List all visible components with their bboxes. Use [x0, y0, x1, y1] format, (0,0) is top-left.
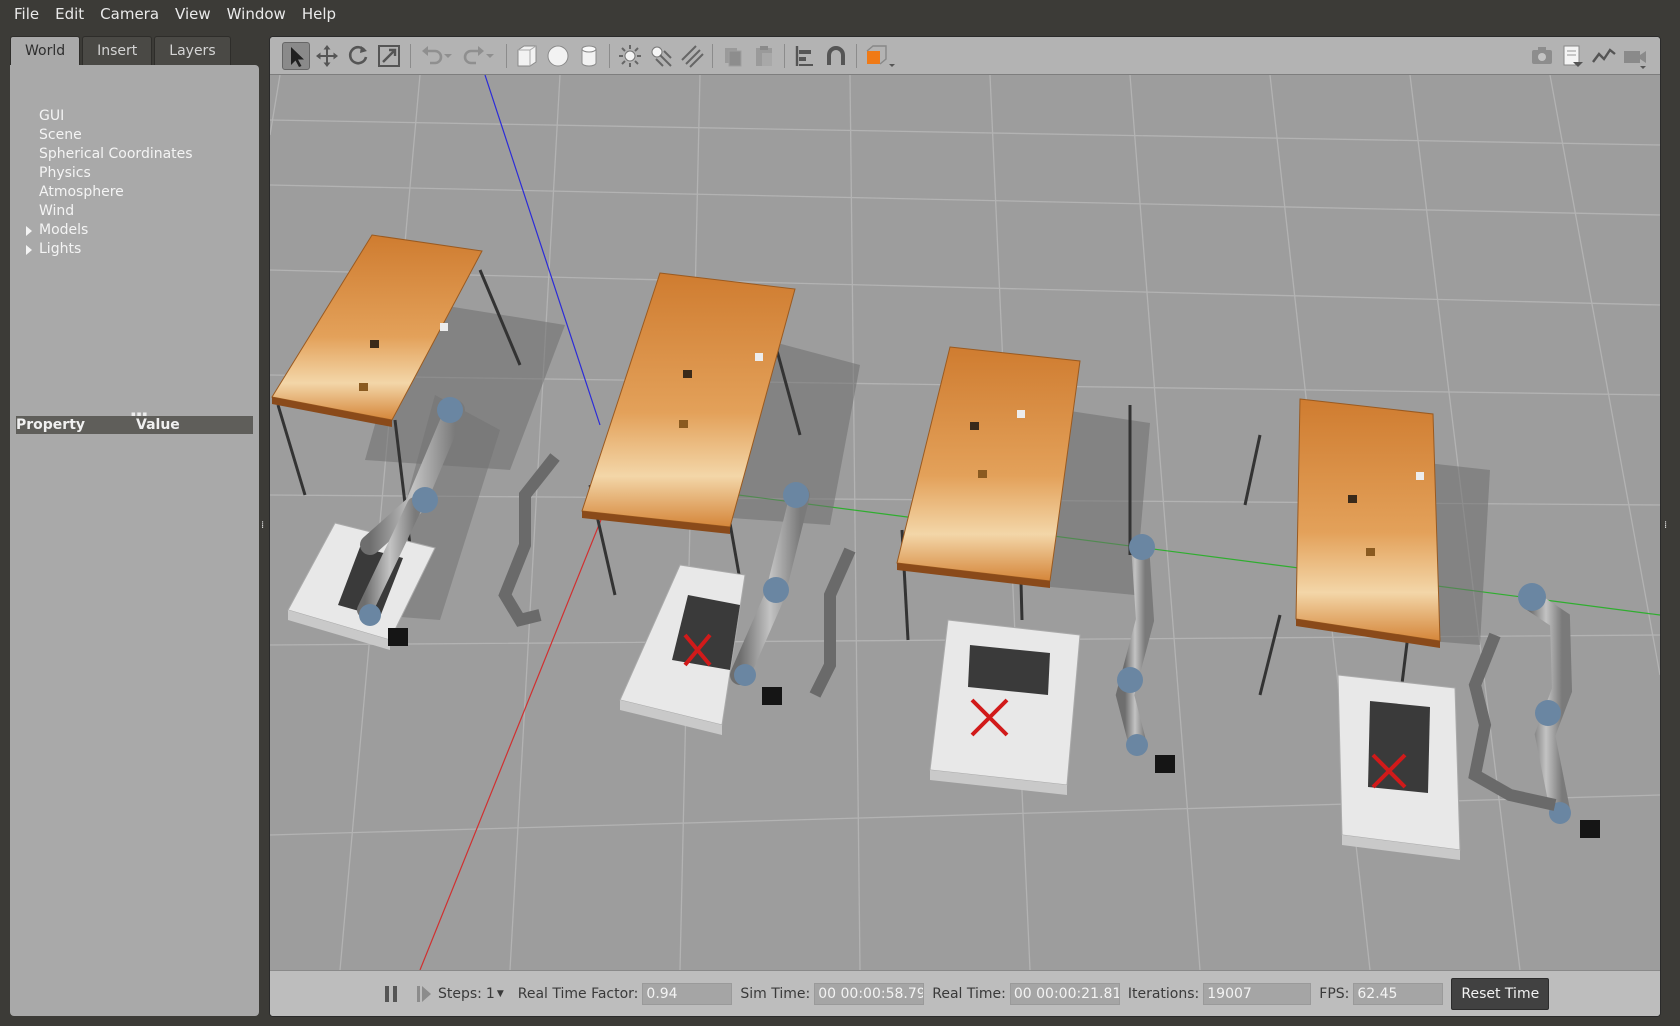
menu-window[interactable]: Window — [219, 5, 294, 23]
tree-item-spherical-coordinates[interactable]: Spherical Coordinates — [39, 145, 193, 164]
view-angle-icon[interactable] — [863, 42, 897, 70]
video-record-icon[interactable] — [1621, 42, 1649, 70]
menu-view[interactable]: View — [167, 5, 219, 23]
expand-arrow-icon[interactable] — [26, 245, 32, 255]
paste-icon[interactable] — [750, 42, 778, 70]
iterations-label: Iterations: — [1127, 985, 1200, 1002]
rotate-mode-icon[interactable] — [344, 42, 372, 70]
rtf-field: 0.94 — [642, 982, 733, 1005]
sim-time-field: 00 00:00:58.793 — [814, 982, 925, 1005]
tree-item-wind[interactable]: Wind — [39, 202, 74, 221]
menu-edit[interactable]: Edit — [47, 5, 92, 23]
simulation-status-bar: Steps: 1 ▼ Real Time Factor: 0.94 Sim Ti… — [270, 970, 1660, 1016]
tab-world[interactable]: World — [10, 36, 81, 65]
table-top — [1295, 398, 1441, 642]
real-time-label: Real Time: — [932, 985, 1006, 1002]
property-table-header: Property Value — [16, 416, 253, 434]
scene-canvas[interactable] — [270, 74, 1660, 971]
tree-item-scene[interactable]: Scene — [39, 126, 82, 145]
menu-file[interactable]: File — [6, 5, 47, 23]
translate-mode-icon[interactable] — [313, 42, 341, 70]
scene-3d-view[interactable] — [270, 74, 1660, 971]
snap-icon[interactable] — [822, 42, 850, 70]
log-icon[interactable] — [1559, 42, 1587, 70]
tree-item-physics[interactable]: Physics — [39, 164, 91, 183]
reset-time-button[interactable]: Reset Time — [1451, 977, 1550, 1010]
tab-layers[interactable]: Layers — [154, 36, 231, 65]
tree-item-lights-label: Lights — [39, 241, 82, 257]
toolbar-separator — [784, 44, 785, 68]
toolbar-separator — [410, 44, 411, 68]
sim-time-label: Sim Time: — [740, 985, 811, 1002]
undo-dropdown-icon[interactable] — [440, 42, 456, 70]
toolbar-separator — [609, 44, 610, 68]
tree-item-models[interactable]: Models — [26, 221, 89, 240]
toolbar-separator — [712, 44, 713, 68]
property-column-header: Property — [16, 417, 86, 433]
panel-tabs: World Insert Layers — [10, 36, 259, 65]
tree-item-gui[interactable]: GUI — [39, 107, 64, 126]
tree-item-models-label: Models — [39, 222, 89, 238]
left-collapse-handle[interactable]: ⁞ — [261, 520, 265, 532]
steps-value[interactable]: 1 — [486, 986, 495, 1002]
steps-dropdown-icon[interactable]: ▼ — [497, 989, 504, 999]
point-light-icon[interactable] — [616, 42, 644, 70]
toolbar — [270, 37, 1660, 75]
directional-light-icon[interactable] — [678, 42, 706, 70]
right-collapse-handle[interactable]: ⁞ — [1664, 520, 1668, 532]
steps-label: Steps: — [438, 985, 482, 1002]
real-time-field: 00 00:00:21.815 — [1009, 982, 1120, 1005]
sphere-shape-icon[interactable] — [544, 42, 572, 70]
expand-arrow-icon[interactable] — [26, 226, 32, 236]
redo-dropdown-icon[interactable] — [482, 42, 498, 70]
rtf-label: Real Time Factor: — [517, 985, 639, 1002]
plot-icon[interactable] — [1590, 42, 1618, 70]
iterations-field: 19007 — [1203, 982, 1312, 1005]
value-column-header: Value — [136, 417, 180, 433]
box-shape-icon[interactable] — [513, 42, 541, 70]
select-mode-icon[interactable] — [282, 42, 310, 70]
viewport-frame: Steps: 1 ▼ Real Time Factor: 0.94 Sim Ti… — [269, 36, 1661, 1017]
menu-help[interactable]: Help — [294, 5, 344, 23]
tree-item-lights[interactable]: Lights — [26, 240, 82, 259]
menu-bar: File Edit Camera View Window Help — [0, 0, 1680, 28]
tree-item-atmosphere[interactable]: Atmosphere — [39, 183, 124, 202]
toolbar-separator — [506, 44, 507, 68]
step-icon[interactable] — [414, 983, 434, 1005]
cylinder-shape-icon[interactable] — [575, 42, 603, 70]
toolbar-separator — [856, 44, 857, 68]
fps-field: 62.45 — [1353, 982, 1444, 1005]
align-icon[interactable] — [791, 42, 819, 70]
copy-icon[interactable] — [719, 42, 747, 70]
screenshot-icon[interactable] — [1528, 42, 1556, 70]
tab-insert[interactable]: Insert — [82, 36, 153, 65]
world-tree: GUI Scene Spherical Coordinates Physics … — [10, 65, 259, 1016]
left-panel: World Insert Layers GUI Scene Spherical … — [10, 36, 259, 1016]
spot-light-icon[interactable] — [647, 42, 675, 70]
scale-mode-icon[interactable] — [375, 42, 403, 70]
menu-camera[interactable]: Camera — [92, 5, 167, 23]
pause-icon[interactable] — [380, 983, 402, 1005]
fps-label: FPS: — [1319, 985, 1350, 1002]
